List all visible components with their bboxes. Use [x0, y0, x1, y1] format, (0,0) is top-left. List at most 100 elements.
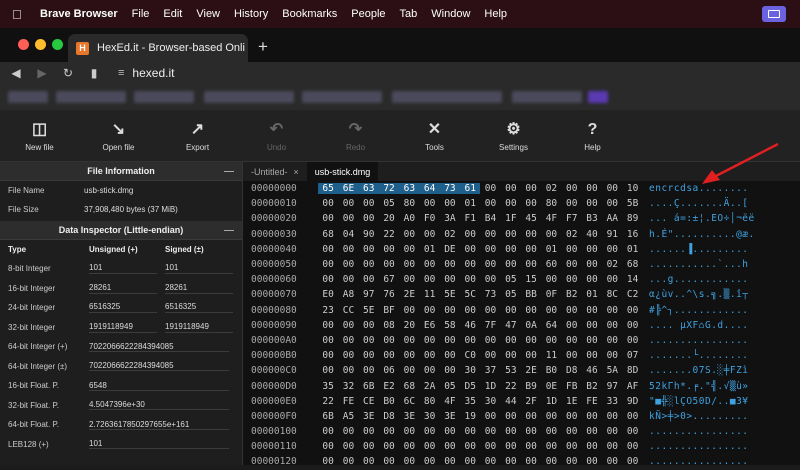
hex-byte[interactable]: 1D	[541, 396, 561, 407]
hex-byte[interactable]: 00	[379, 441, 399, 452]
hex-byte[interactable]: 00	[338, 350, 358, 361]
hex-byte[interactable]: 00	[338, 441, 358, 452]
hex-byte[interactable]: 00	[480, 335, 500, 346]
hex-byte[interactable]: A5	[338, 411, 358, 422]
hex-byte[interactable]: 00	[602, 426, 622, 437]
hex-byte[interactable]: 00	[399, 305, 419, 316]
ascii-text[interactable]: α¿ùv..^\s.╗.▒.î┬	[643, 289, 749, 300]
hex-byte[interactable]: 00	[419, 456, 439, 467]
hex-byte[interactable]: 00	[460, 456, 480, 467]
hex-byte[interactable]: 00	[541, 274, 561, 285]
ascii-text[interactable]: ................	[643, 426, 749, 437]
hex-byte[interactable]: 00	[582, 456, 602, 467]
hex-byte[interactable]: 00	[480, 411, 500, 422]
inspector-value[interactable]: 4.5047396e+30	[89, 400, 229, 411]
collapse-icon[interactable]: —	[224, 166, 234, 177]
hex-byte[interactable]: FB	[562, 381, 582, 392]
hex-byte[interactable]: 00	[399, 274, 419, 285]
hex-byte[interactable]: 00	[582, 274, 602, 285]
hex-byte[interactable]: 00	[399, 441, 419, 452]
ascii-text[interactable]: h.É"..........@æ.	[643, 229, 755, 240]
hex-byte[interactable]: BF	[379, 305, 399, 316]
hex-byte[interactable]: 00	[399, 229, 419, 240]
hex-byte[interactable]: 00	[440, 198, 460, 209]
hex-byte[interactable]: 00	[602, 244, 622, 255]
signed-value[interactable]: 101	[165, 263, 233, 275]
signed-value[interactable]: 6516325	[165, 302, 233, 314]
hex-byte[interactable]: 00	[622, 426, 642, 437]
settings-button[interactable]: ⚙ Settings	[474, 110, 553, 161]
new-tab-button[interactable]: +	[258, 37, 268, 57]
hex-byte[interactable]: 00	[521, 426, 541, 437]
hex-byte[interactable]: 00	[440, 426, 460, 437]
hex-byte[interactable]: 00	[521, 198, 541, 209]
hex-byte[interactable]: 73	[439, 183, 461, 195]
hex-byte[interactable]: 00	[480, 305, 500, 316]
hex-byte[interactable]: AF	[622, 381, 642, 392]
hex-byte[interactable]: 00	[582, 320, 602, 331]
doc-tab-usb-stick[interactable]: usb-stick.dmg	[306, 162, 379, 181]
hex-byte[interactable]: 00	[521, 229, 541, 240]
hex-byte[interactable]: CE	[359, 396, 379, 407]
hex-byte[interactable]: 00	[521, 259, 541, 270]
hex-byte[interactable]: 00	[501, 335, 521, 346]
menu-file[interactable]: File	[132, 8, 150, 20]
hex-byte[interactable]: 2E	[399, 289, 419, 300]
hex-byte[interactable]: 00	[521, 305, 541, 316]
minimize-window-button[interactable]	[35, 39, 46, 50]
hex-byte[interactable]: 64	[419, 183, 440, 195]
hex-byte[interactable]: 19	[460, 411, 480, 422]
hex-byte[interactable]: A8	[338, 289, 358, 300]
hex-byte[interactable]: 00	[359, 426, 379, 437]
hex-byte[interactable]: F1	[460, 213, 480, 224]
hex-byte[interactable]: 46	[460, 320, 480, 331]
menu-window[interactable]: Window	[431, 8, 470, 20]
hex-byte[interactable]: 01	[622, 244, 642, 255]
hex-byte[interactable]: 68	[622, 259, 642, 270]
hex-byte[interactable]: 01	[582, 289, 602, 300]
hex-byte[interactable]: 00	[379, 335, 399, 346]
hex-byte[interactable]: 4F	[541, 213, 561, 224]
hex-byte[interactable]: E0	[318, 289, 338, 300]
hex-byte[interactable]: DE	[440, 244, 460, 255]
hex-byte[interactable]: 08	[379, 320, 399, 331]
ascii-text[interactable]: ......▐.........	[643, 244, 749, 255]
hex-byte[interactable]: 00	[562, 426, 582, 437]
hex-byte[interactable]: D5	[460, 381, 480, 392]
menu-history[interactable]: History	[234, 8, 268, 20]
hex-byte[interactable]: BB	[521, 289, 541, 300]
tools-button[interactable]: ✕ Tools	[395, 110, 474, 161]
hex-byte[interactable]: 00	[480, 426, 500, 437]
hex-byte[interactable]: B0	[541, 365, 561, 376]
hex-byte[interactable]: F7	[562, 213, 582, 224]
hex-byte[interactable]: 00	[501, 183, 521, 194]
hex-byte[interactable]: 00	[379, 456, 399, 467]
hex-byte[interactable]: D8	[379, 411, 399, 422]
hex-byte[interactable]: 02	[440, 229, 460, 240]
hex-byte[interactable]: 05	[379, 198, 399, 209]
hex-byte[interactable]: 00	[399, 259, 419, 270]
hex-byte[interactable]: 00	[501, 229, 521, 240]
hex-byte[interactable]: 00	[562, 259, 582, 270]
hex-byte[interactable]: 10	[622, 183, 642, 194]
hex-byte[interactable]: 05	[440, 381, 460, 392]
hex-byte[interactable]: C0	[460, 350, 480, 361]
hex-byte[interactable]: 00	[602, 198, 622, 209]
hex-byte[interactable]: 2F	[521, 396, 541, 407]
hex-byte[interactable]: 3E	[399, 411, 419, 422]
hex-byte[interactable]: 37	[480, 365, 500, 376]
hex-byte[interactable]: 00	[582, 411, 602, 422]
hex-byte[interactable]: 00	[562, 274, 582, 285]
hex-byte[interactable]: 00	[338, 244, 358, 255]
hex-byte[interactable]: 00	[338, 365, 358, 376]
menu-app-name[interactable]: Brave Browser	[40, 8, 118, 20]
hex-byte[interactable]: 00	[460, 229, 480, 240]
hex-byte[interactable]: 00	[359, 335, 379, 346]
hex-byte[interactable]: 00	[541, 229, 561, 240]
hex-byte[interactable]: 15	[521, 274, 541, 285]
hex-byte[interactable]: 00	[562, 198, 582, 209]
hex-byte[interactable]: 00	[338, 259, 358, 270]
hex-byte[interactable]: 00	[622, 320, 642, 331]
hex-byte[interactable]: 00	[501, 198, 521, 209]
reload-icon[interactable]: ↻	[58, 66, 78, 80]
